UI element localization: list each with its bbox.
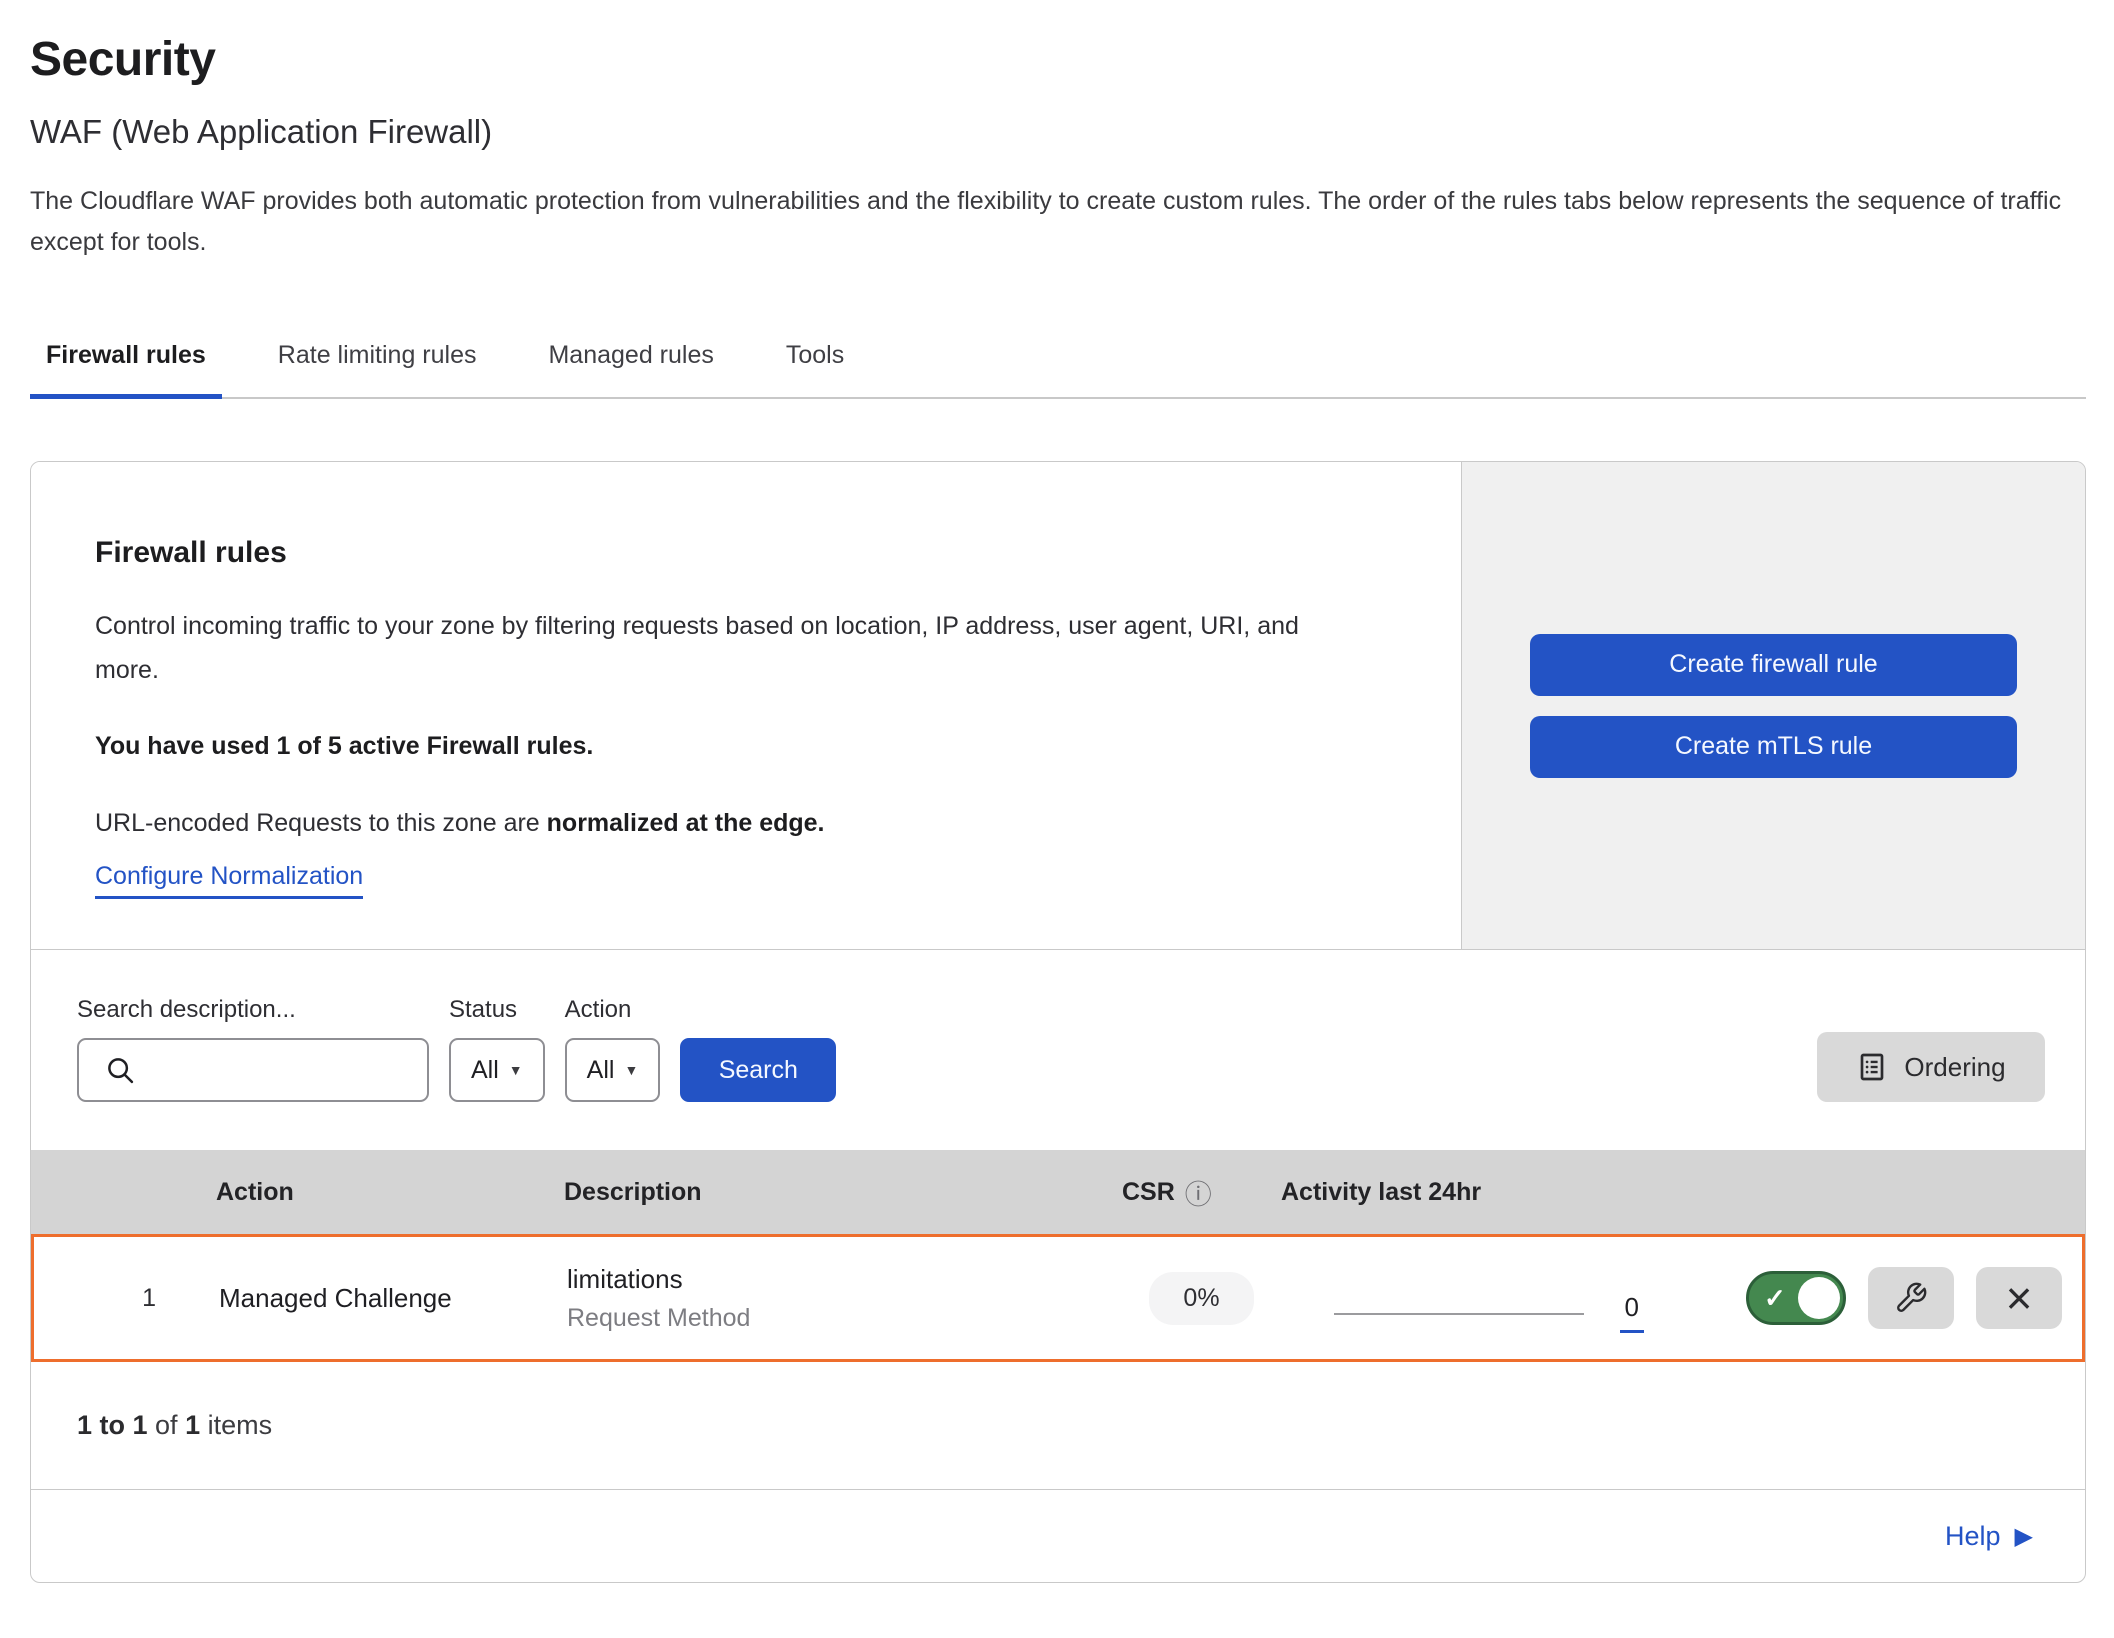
table-header-row: Action Description CSR ⓘ Activity last 2… [31,1150,2085,1234]
normalization-note: URL-encoded Requests to this zone are no… [95,809,1371,838]
panel-description: Control incoming traffic to your zone by… [95,604,1335,692]
status-label: Status [449,996,545,1024]
pagination-summary: 1 to 1 of 1 items [31,1362,2085,1490]
action-label: Action [565,996,661,1024]
actions-panel: Create firewall rule Create mTLS rule [1461,462,2085,949]
items-word: items [200,1410,272,1440]
create-mtls-rule-button[interactable]: Create mTLS rule [1530,716,2017,778]
csr-header-label: CSR [1122,1178,1175,1207]
create-firewall-rule-button[interactable]: Create firewall rule [1530,634,2017,696]
chevron-down-icon: ▼ [624,1062,638,1078]
delete-rule-button[interactable]: × [1976,1267,2062,1329]
panel-heading: Firewall rules [95,536,1371,570]
table-row: 1 Managed Challenge limitations Request … [31,1234,2085,1362]
description-column-header: Description [536,1178,1116,1207]
rule-expression: Request Method [567,1304,1119,1333]
info-icon[interactable]: ⓘ [1185,1173,1212,1212]
items-total: 1 [185,1410,200,1440]
rule-csr-cell: 0% [1119,1272,1284,1325]
search-filter-group: Search description... [77,996,429,1102]
status-select-value: All [471,1056,499,1085]
page-title: Security [30,32,2086,87]
usage-summary: You have used 1 of 5 active Firewall rul… [95,732,1371,761]
search-icon [105,1055,135,1085]
firewall-rules-card: Firewall rules Control incoming traffic … [30,461,2086,1583]
search-label: Search description... [77,996,429,1024]
rule-enabled-toggle[interactable]: ✓ [1746,1271,1846,1325]
help-arrow-icon: ▶ [2015,1522,2033,1551]
edit-rule-button[interactable] [1868,1267,1954,1329]
chevron-down-icon: ▼ [509,1062,523,1078]
ordering-button-label: Ordering [1904,1052,2005,1083]
activity-column-header: Activity last 24hr [1281,1178,1641,1207]
page-subtitle: WAF (Web Application Firewall) [30,113,2086,151]
rule-action: Managed Challenge [184,1283,539,1314]
firewall-rules-info: Firewall rules Control incoming traffic … [31,462,1461,949]
action-filter-group: Action All ▼ [565,996,661,1102]
ordering-button[interactable]: Ordering [1817,1032,2045,1102]
page-intro: The Cloudflare WAF provides both automat… [30,181,2082,263]
csr-column-header: CSR ⓘ [1116,1173,1281,1212]
close-icon: × [2006,1275,2033,1321]
filter-bar: Search description... Status All ▼ [31,950,2085,1150]
activity-count-link[interactable]: 0 [1620,1292,1644,1333]
items-of: of [148,1410,186,1440]
rule-description: limitations [567,1264,1119,1295]
action-select-value: All [587,1056,615,1085]
rule-priority: 1 [34,1284,184,1313]
activity-sparkline [1334,1313,1584,1315]
action-select[interactable]: All ▼ [565,1038,661,1102]
configure-normalization-link[interactable]: Configure Normalization [95,862,363,899]
tab-firewall-rules[interactable]: Firewall rules [30,325,222,399]
check-icon: ✓ [1764,1283,1786,1314]
csr-badge: 0% [1149,1272,1253,1325]
tab-tools[interactable]: Tools [770,325,860,399]
normalization-bold-text: normalized at the edge. [547,809,825,837]
action-column-header: Action [181,1178,536,1207]
search-input[interactable] [77,1038,429,1102]
rules-tab-bar: Firewall rules Rate limiting rules Manag… [30,325,2086,399]
card-top-section: Firewall rules Control incoming traffic … [31,462,2085,950]
status-select[interactable]: All ▼ [449,1038,545,1102]
ordering-list-icon [1856,1051,1888,1083]
security-page: Security WAF (Web Application Firewall) … [0,0,2114,1583]
wrench-icon [1894,1281,1928,1315]
help-label: Help [1945,1521,2001,1552]
help-row: Help ▶ [31,1490,2085,1582]
rule-controls-cell: ✓ × [1644,1267,2082,1329]
rule-description-cell: limitations Request Method [539,1264,1119,1333]
tab-managed-rules[interactable]: Managed rules [532,325,729,399]
toggle-knob [1798,1277,1840,1319]
search-button[interactable]: Search [680,1038,836,1102]
items-range: 1 to 1 [77,1410,148,1440]
help-link[interactable]: Help ▶ [1945,1521,2033,1552]
normalization-text: URL-encoded Requests to this zone are [95,809,547,837]
rule-activity-cell: 0 [1284,1278,1644,1319]
tab-rate-limiting-rules[interactable]: Rate limiting rules [262,325,493,399]
status-filter-group: Status All ▼ [449,996,545,1102]
